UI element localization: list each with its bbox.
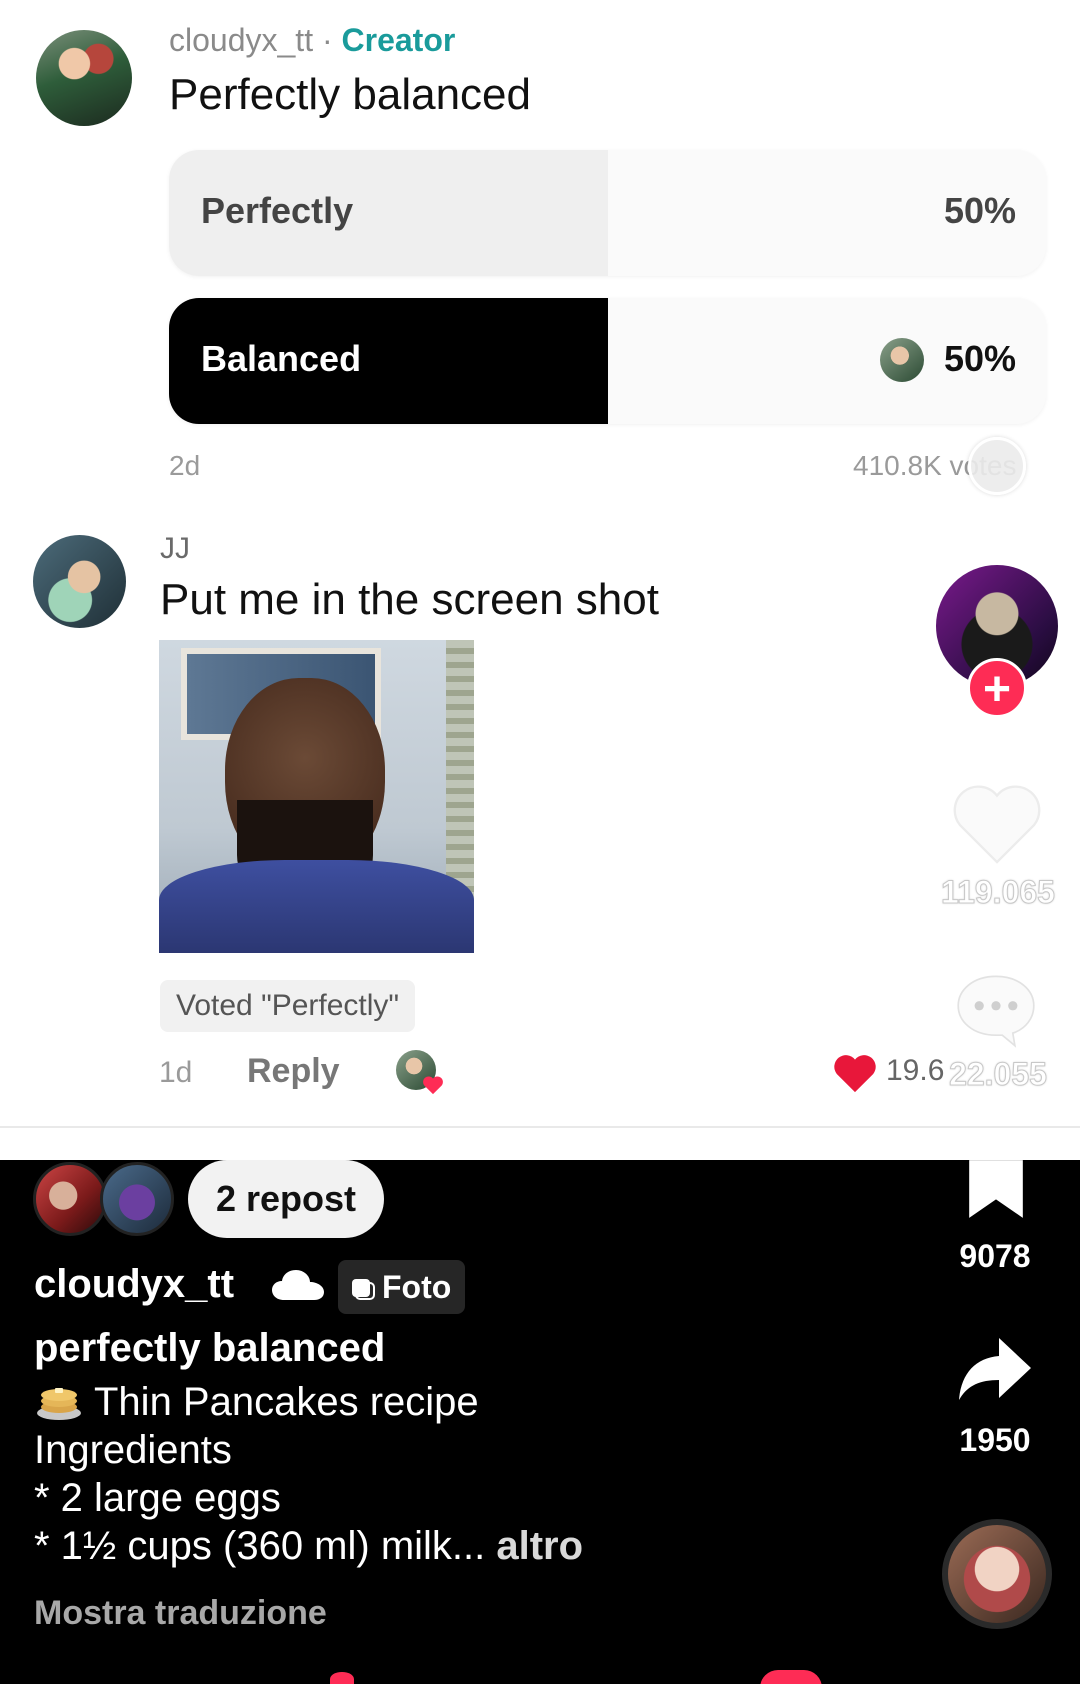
show-translation-link[interactable]: Mostra traduzione — [34, 1594, 327, 1633]
comment-photo[interactable] — [159, 640, 474, 953]
heart-icon — [423, 1076, 443, 1095]
creator-separator: · — [321, 22, 333, 58]
follow-plus-icon[interactable]: + — [967, 658, 1027, 718]
creator-comment-header: cloudyx_tt · Creator — [169, 22, 455, 59]
poll-option-label: Perfectly — [201, 190, 354, 231]
voted-badge: Voted "Perfectly" — [160, 980, 416, 1032]
caption-line: * 1½ cups (360 ml) milk... altro — [34, 1524, 583, 1569]
caption-text: * 1½ cups (360 ml) milk... — [34, 1524, 486, 1568]
comment-age: 1d — [159, 1056, 193, 1089]
commenter-avatar[interactable] — [33, 535, 126, 628]
post-title: perfectly balanced — [34, 1326, 386, 1370]
poll-option-perfectly[interactable]: Perfectly 50% — [169, 150, 1046, 276]
cloud-icon — [272, 1270, 324, 1300]
commenter-username[interactable]: JJ — [160, 532, 190, 566]
caption-line: * 2 large eggs — [34, 1476, 281, 1520]
share-count: 1950 — [959, 1422, 1031, 1458]
photo-type-badge: Foto — [338, 1260, 466, 1314]
photo-icon — [352, 1279, 375, 1300]
poll-option-percent: 50% — [943, 190, 1016, 231]
comments-icon[interactable] — [954, 970, 1038, 1050]
comment-like-icon[interactable] — [832, 1051, 878, 1095]
caption-line: Ingredients — [34, 1428, 232, 1472]
poll-option-balanced[interactable]: Balanced 50% — [169, 298, 1046, 424]
comments-panel: cloudyx_tt · Creator Perfectly balanced … — [0, 0, 1080, 1160]
creator-avatar[interactable] — [36, 30, 132, 126]
bookmark-icon[interactable] — [965, 1156, 1027, 1222]
save-count: 9078 — [959, 1238, 1031, 1274]
poll-option-label: Balanced — [201, 338, 362, 379]
creator-liked-avatar — [396, 1050, 443, 1095]
caption-line: Thin Pancakes recipe — [36, 1380, 479, 1425]
poll-option-percent: 50% — [943, 338, 1016, 379]
repost-button[interactable]: 2 repost — [188, 1160, 385, 1238]
pancake-icon — [37, 1388, 81, 1420]
post-author-username[interactable]: cloudyx_tt — [34, 1262, 234, 1307]
poll-age: 2d — [169, 450, 201, 481]
creator-role-label: Creator — [341, 22, 456, 58]
comment-count: 22.055 — [949, 1056, 1048, 1093]
bottom-nav-edge — [0, 1668, 1080, 1684]
repost-avatar[interactable] — [100, 1162, 174, 1236]
divider — [0, 1126, 1080, 1128]
music-disc-icon[interactable] — [942, 1519, 1052, 1629]
more-link[interactable]: altro — [496, 1524, 583, 1568]
caption-text: Thin Pancakes recipe — [94, 1380, 479, 1424]
share-arrow-icon[interactable] — [955, 1334, 1035, 1406]
repost-avatar[interactable] — [33, 1162, 107, 1236]
reply-button[interactable]: Reply — [247, 1052, 340, 1091]
creator-comment-text: Perfectly balanced — [169, 70, 531, 119]
poll-info-icon[interactable] — [968, 437, 1026, 495]
comment-text: Put me in the screen shot — [160, 575, 659, 624]
voter-avatar — [880, 338, 924, 382]
photo-type-label: Foto — [382, 1269, 452, 1305]
like-heart-icon[interactable] — [950, 780, 1044, 866]
creator-username[interactable]: cloudyx_tt — [169, 22, 313, 58]
like-count: 119.065 — [941, 874, 1056, 911]
